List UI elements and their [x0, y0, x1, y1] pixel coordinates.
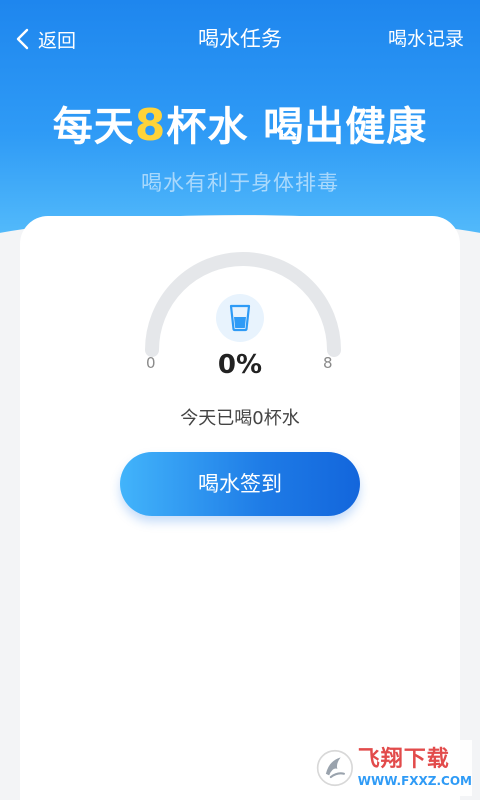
headline-post: 杯水 喝出健康: [166, 104, 428, 150]
drink-record-link[interactable]: 喝水记录: [388, 24, 464, 54]
watermark-text: 飞翔下载 WWW.FXXZ.COM: [358, 747, 472, 789]
watermark-url: WWW.FXXZ.COM: [357, 774, 472, 788]
drink-checkin-button[interactable]: 喝水签到: [120, 452, 360, 516]
drunk-count-text: 今天已喝0杯水: [180, 408, 300, 429]
top-nav-bar: 返回 喝水任务 喝水记录: [0, 0, 480, 78]
headline-pre: 每天: [52, 104, 135, 150]
hero-headline: 每天8杯水 喝出健康: [0, 98, 480, 155]
hero-subline: 喝水有利于身体排毒: [141, 171, 339, 195]
progress-percent: 0%: [217, 350, 263, 380]
task-card: 0 8 0% 今天已喝0杯水 喝水签到: [20, 216, 460, 800]
headline-number: 8: [134, 100, 167, 151]
watermark-title: 飞翔下载: [357, 747, 450, 772]
site-logo-icon: [316, 749, 353, 787]
water-cup-icon: [229, 304, 251, 332]
cup-badge: [216, 294, 264, 342]
watermark: 飞翔下载 WWW.FXXZ.COM: [312, 740, 472, 796]
